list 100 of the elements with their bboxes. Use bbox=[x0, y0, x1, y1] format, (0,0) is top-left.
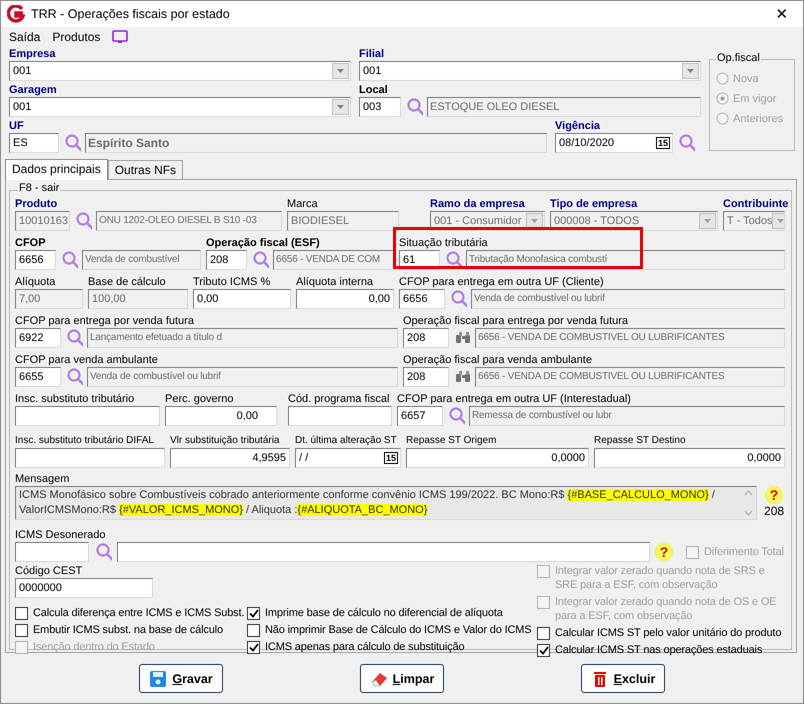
text-field[interactable]: 0,0000 bbox=[406, 448, 589, 468]
search-icon[interactable] bbox=[251, 250, 269, 270]
code-field[interactable]: 6656 bbox=[399, 289, 445, 309]
field-label: Tributo ICMS % bbox=[193, 275, 272, 289]
clear-button[interactable]: Limpar bbox=[360, 664, 444, 693]
text-field[interactable]: 0,00 bbox=[165, 406, 277, 426]
code-field[interactable] bbox=[15, 542, 89, 562]
field-label: Vlr substituição tributária bbox=[170, 434, 280, 448]
save-button[interactable]: Gravar bbox=[139, 664, 223, 693]
date-field[interactable]: / / 15 bbox=[295, 448, 401, 468]
group-title: Op.fiscal bbox=[716, 52, 761, 64]
text-field[interactable]: 0000000 bbox=[15, 578, 153, 598]
field-label: Repasse ST Origem bbox=[406, 434, 498, 448]
monitor-icon[interactable] bbox=[112, 30, 128, 44]
field-label: ICMS Desonerado bbox=[15, 528, 106, 542]
field-label: Filial bbox=[359, 47, 386, 61]
dropdown[interactable]: 001 bbox=[359, 61, 701, 81]
menu-item[interactable]: Produtos bbox=[52, 30, 100, 44]
search-icon[interactable] bbox=[63, 133, 81, 153]
description-field: Venda de combustível ou lubrif bbox=[471, 289, 785, 309]
checkbox[interactable] bbox=[537, 627, 550, 640]
field-label: Situação tributária bbox=[399, 236, 489, 250]
search-icon[interactable] bbox=[677, 133, 695, 153]
field-label: Operação fiscal (ESF) bbox=[206, 236, 321, 250]
tab[interactable]: Dados principais bbox=[5, 159, 108, 180]
search-icon[interactable] bbox=[65, 367, 83, 387]
search-icon[interactable] bbox=[60, 250, 78, 270]
search-icon[interactable] bbox=[94, 542, 112, 562]
tab[interactable]: Outras NFs bbox=[108, 160, 184, 179]
check-icon bbox=[538, 646, 548, 655]
checkbox-label: Diferimento Total bbox=[704, 545, 784, 559]
logo-icon bbox=[7, 5, 25, 23]
code-field[interactable]: 6656 bbox=[15, 250, 56, 270]
checkbox-label: Integrar valor zerado quando nota de OS e OE para a ESF, com observação bbox=[555, 595, 778, 623]
checkbox[interactable] bbox=[15, 607, 28, 620]
search-icon[interactable] bbox=[405, 97, 423, 117]
code-field[interactable]: ES bbox=[9, 133, 59, 153]
code-field[interactable]: 208 bbox=[403, 367, 449, 387]
text-field[interactable]: BIODIESEL bbox=[287, 211, 399, 231]
field-label: CFOP para entrega em outra UF (Cliente) bbox=[399, 275, 605, 289]
text-field[interactable]: 0,00 bbox=[296, 289, 394, 309]
field-label: Perc. governo bbox=[165, 392, 234, 406]
text-field[interactable] bbox=[15, 448, 165, 468]
text-field[interactable]: 0,00 bbox=[193, 289, 291, 309]
field-label: Local bbox=[359, 83, 389, 97]
field-label: Alíquota bbox=[15, 275, 56, 289]
search-icon[interactable] bbox=[65, 328, 83, 348]
code-field[interactable]: 6657 bbox=[397, 406, 443, 426]
date-field[interactable]: 08/10/2020 15 bbox=[555, 133, 673, 153]
checkbox-label: Calcular ICMS ST pelo valor unitário do produto bbox=[555, 626, 782, 640]
checkbox-label: Embutir ICMS subst. na base de cálculo bbox=[33, 623, 223, 637]
group-title: F8 - sair bbox=[18, 182, 60, 194]
description-field[interactable] bbox=[117, 542, 650, 562]
code-field[interactable]: 003 bbox=[359, 97, 401, 117]
field-label: Repasse ST Destino bbox=[594, 434, 687, 448]
checkbox[interactable] bbox=[247, 641, 260, 654]
text-field[interactable]: 0,0000 bbox=[594, 448, 785, 468]
code-field[interactable]: 6655 bbox=[15, 367, 61, 387]
text-field[interactable] bbox=[288, 406, 392, 426]
field-label: CFOP para entrega por venda futura bbox=[15, 314, 195, 328]
text-field[interactable]: 7,00 bbox=[15, 289, 83, 309]
text-field[interactable] bbox=[15, 406, 160, 426]
help-button[interactable]: ? bbox=[655, 543, 673, 561]
checkbox-label: Integrar valor zerado quando nota de SRS e SRE para a ESF, com observação bbox=[555, 564, 766, 592]
dropdown[interactable]: 001 bbox=[9, 97, 351, 117]
text-field[interactable]: 4,9595 bbox=[170, 448, 290, 468]
character-count: 208 bbox=[764, 504, 784, 518]
menu-item[interactable]: Saída bbox=[9, 30, 40, 44]
checkbox[interactable] bbox=[247, 624, 260, 637]
calendar-button[interactable]: 15 bbox=[384, 452, 398, 464]
dropdown[interactable]: 001 bbox=[9, 61, 351, 81]
search-icon[interactable] bbox=[74, 211, 92, 231]
calendar-button[interactable]: 15 bbox=[656, 137, 670, 149]
delete-button[interactable]: Excluir bbox=[581, 664, 665, 693]
checkbox-label: ICMS apenas para cálculo de substituição bbox=[265, 640, 464, 654]
window-title: TRR - Operações fiscais por estado bbox=[31, 7, 231, 21]
description-field: 6656 - VENDA DE COMBUSTIVEL OU LUBRIFICANTES bbox=[475, 367, 785, 387]
code-field[interactable]: 6922 bbox=[15, 328, 61, 348]
text-field[interactable]: 100,00 bbox=[88, 289, 188, 309]
checkbox[interactable] bbox=[15, 624, 28, 637]
checkbox[interactable] bbox=[537, 644, 550, 657]
radio-label: Anteriores bbox=[733, 112, 784, 124]
field-label: Dt. última alteração ST bbox=[295, 434, 398, 448]
search-icon[interactable] bbox=[447, 406, 465, 426]
check-icon bbox=[248, 609, 258, 618]
code-field[interactable]: 208 bbox=[206, 250, 247, 270]
field-label: Insc. substituto tributário DIFAL bbox=[15, 434, 155, 448]
description-field: 6656 - VENDA DE COM bbox=[273, 250, 394, 270]
help-button[interactable]: ? bbox=[765, 486, 784, 504]
field-label: Código CEST bbox=[15, 564, 84, 578]
search-icon[interactable] bbox=[449, 289, 467, 309]
code-field[interactable]: 208 bbox=[403, 328, 449, 348]
checkbox[interactable] bbox=[247, 607, 260, 620]
code-field[interactable]: 10010163 bbox=[15, 211, 70, 231]
field-label: CFOP para entrega em outra UF (Interestadual) bbox=[397, 392, 632, 406]
field-label: Base de cálculo bbox=[88, 275, 167, 289]
description-field: 6656 - VENDA DE COMBUSTIVEL OU LUBRIFICANTES bbox=[475, 328, 785, 348]
description-field: Espírito Santo bbox=[85, 133, 547, 153]
close-button[interactable]: ✕ bbox=[767, 5, 797, 23]
check-icon bbox=[248, 643, 258, 652]
